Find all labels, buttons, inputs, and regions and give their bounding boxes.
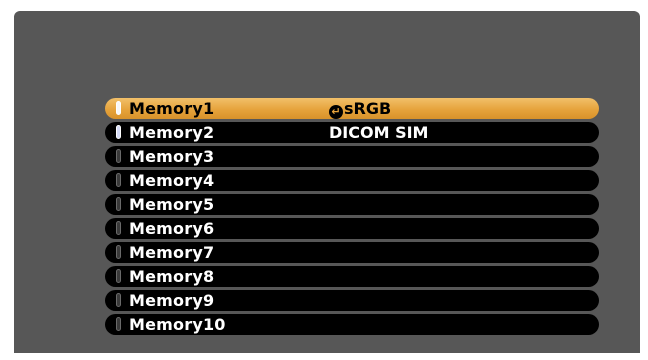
menu-row-memory10[interactable]: Memory10 xyxy=(105,314,599,335)
enter-icon: ↵ xyxy=(329,105,343,119)
toggle-indicator-icon xyxy=(116,125,121,139)
menu-row-memory8[interactable]: Memory8 xyxy=(105,266,599,287)
toggle-indicator-icon xyxy=(116,197,121,211)
toggle-indicator-icon xyxy=(116,245,121,259)
toggle-indicator-icon xyxy=(116,149,121,163)
row-label: Memory3 xyxy=(129,147,215,166)
row-value-text: sRGB xyxy=(344,99,392,118)
toggle-indicator-icon xyxy=(116,269,121,283)
row-label: Memory9 xyxy=(129,291,215,310)
toggle-indicator-icon xyxy=(116,173,121,187)
row-value-text: DICOM SIM xyxy=(329,123,429,142)
menu-row-memory2[interactable]: Memory2 DICOM SIM xyxy=(105,122,599,143)
menu-row-memory7[interactable]: Memory7 xyxy=(105,242,599,263)
toggle-indicator-icon xyxy=(116,221,121,235)
menu-row-memory9[interactable]: Memory9 xyxy=(105,290,599,311)
row-label: Memory8 xyxy=(129,267,215,286)
menu-row-memory3[interactable]: Memory3 xyxy=(105,146,599,167)
row-label: Memory4 xyxy=(129,171,215,190)
menu-row-memory6[interactable]: Memory6 xyxy=(105,218,599,239)
row-label: Memory2 xyxy=(129,123,215,142)
menu-row-memory1[interactable]: Memory1 ↵ sRGB xyxy=(105,98,599,119)
toggle-indicator-icon xyxy=(116,293,121,307)
osd-menu-panel: Memory1 ↵ sRGB Memory2 DICOM SIM Memory3 … xyxy=(14,11,640,353)
row-label: Memory1 xyxy=(129,99,215,118)
menu-row-memory4[interactable]: Memory4 xyxy=(105,170,599,191)
row-value: ↵ sRGB xyxy=(329,98,391,119)
memory-list: Memory1 ↵ sRGB Memory2 DICOM SIM Memory3 … xyxy=(105,98,599,338)
menu-row-memory5[interactable]: Memory5 xyxy=(105,194,599,215)
row-label: Memory6 xyxy=(129,219,215,238)
row-label: Memory5 xyxy=(129,195,215,214)
toggle-indicator-icon xyxy=(116,101,121,115)
toggle-indicator-icon xyxy=(116,317,121,331)
row-label: Memory10 xyxy=(129,315,226,334)
row-label: Memory7 xyxy=(129,243,215,262)
